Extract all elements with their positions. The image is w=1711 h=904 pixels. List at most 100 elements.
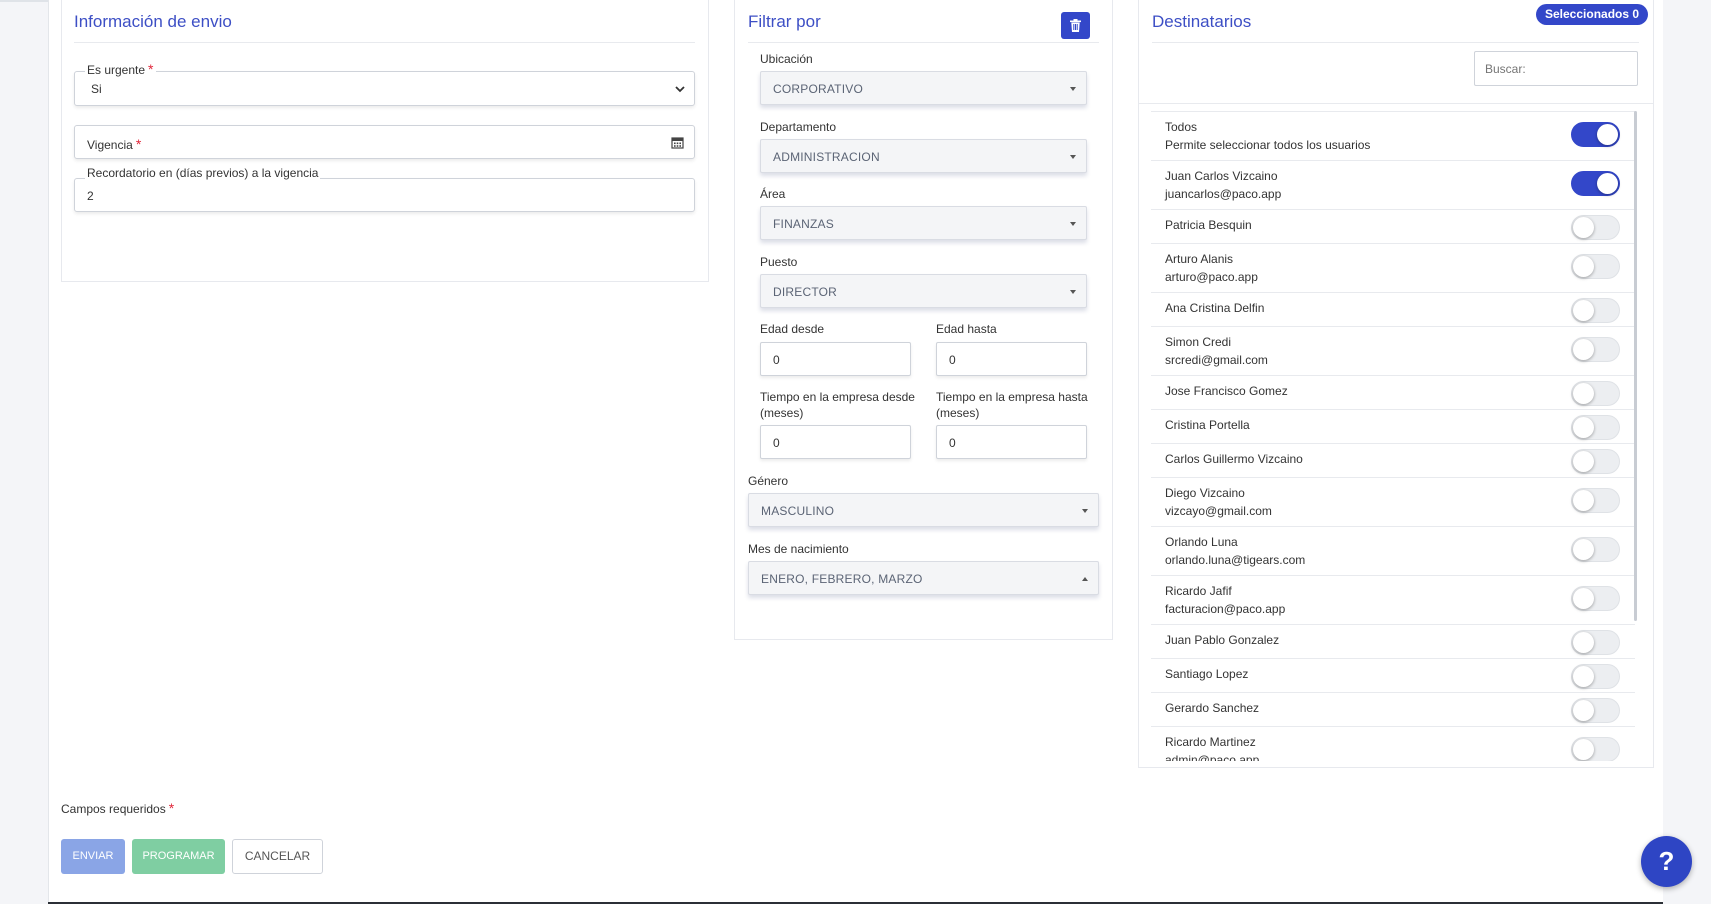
recipient-toggle[interactable] <box>1571 698 1620 723</box>
shipping-info-title: Información de envio <box>74 12 232 31</box>
birth-month-value: ENERO, FEBRERO, MARZO <box>761 572 923 586</box>
recipient-name: Jose Francisco Gomez <box>1165 384 1288 398</box>
toggle-knob <box>1573 490 1594 511</box>
toggle-knob <box>1573 739 1594 760</box>
recipient-detail: admin@paco.app <box>1165 753 1260 761</box>
birth-month-label: Mes de nacimiento <box>748 542 849 556</box>
recipient-toggle[interactable] <box>1571 381 1620 406</box>
recipient-toggle[interactable] <box>1571 337 1620 362</box>
recipient-row: Todos Permite seleccionar todos los usuar… <box>1151 112 1635 161</box>
recipient-row: Arturo Alanis arturo@paco.app <box>1151 244 1635 293</box>
clear-filters-button[interactable] <box>1061 12 1090 39</box>
recipient-row: Cristina Portella <box>1151 410 1635 444</box>
area-value: FINANZAS <box>773 217 834 231</box>
recipient-row: Diego Vizcaino vizcayo@gmail.com <box>1151 478 1635 527</box>
toggle-knob <box>1573 256 1594 277</box>
toggle-knob <box>1573 339 1594 360</box>
recipient-toggle[interactable] <box>1571 664 1620 689</box>
age-from-input[interactable]: 0 <box>760 342 911 376</box>
toggle-knob <box>1573 700 1594 721</box>
tenure-to-input[interactable]: 0 <box>936 425 1087 459</box>
vigencia-label: Vigencia * <box>87 136 142 152</box>
recipient-name: Juan Pablo Gonzalez <box>1165 633 1280 647</box>
recipient-row: Juan Carlos Vizcaino juancarlos@paco.app <box>1151 161 1635 210</box>
gender-label: Género <box>748 474 789 488</box>
help-button[interactable]: ? <box>1641 836 1692 887</box>
recipient-toggle[interactable] <box>1571 215 1620 240</box>
age-to-input[interactable]: 0 <box>936 342 1087 376</box>
recipient-name: Santiago Lopez <box>1165 667 1249 681</box>
reminder-days-input[interactable]: 2 <box>74 178 695 212</box>
toggle-knob <box>1597 124 1618 145</box>
tenure-from-label: Tiempo en la empresa desde (meses) <box>760 390 915 420</box>
gender-value: MASCULINO <box>761 504 835 518</box>
recipient-row: Ricardo Martinez admin@paco.app <box>1151 727 1635 761</box>
recipient-toggle[interactable] <box>1571 586 1620 611</box>
location-value: CORPORATIVO <box>773 82 863 96</box>
recipient-name: Juan Carlos Vizcaino <box>1165 169 1278 183</box>
schedule-button[interactable]: PROGRAMAR <box>132 839 225 874</box>
recipient-detail: arturo@paco.app <box>1165 270 1258 284</box>
caret-down-icon <box>1070 222 1076 226</box>
toggle-knob <box>1597 173 1618 194</box>
reminder-days-value: 2 <box>87 189 94 203</box>
toggle-knob <box>1573 666 1594 687</box>
recipient-row: Simon Credi srcredi@gmail.com <box>1151 327 1635 376</box>
recipient-toggle[interactable] <box>1571 630 1620 655</box>
toggle-knob <box>1573 632 1594 653</box>
recipients-title: Destinatarios <box>1152 12 1252 31</box>
calendar-icon[interactable] <box>671 136 684 149</box>
recipient-toggle[interactable] <box>1571 122 1620 147</box>
toggle-knob <box>1573 588 1594 609</box>
toggle-knob <box>1573 217 1594 238</box>
recipient-row: Patricia Besquin <box>1151 210 1635 244</box>
urgent-select[interactable]: Si <box>74 71 695 106</box>
tenure-from-input[interactable]: 0 <box>760 425 911 459</box>
recipient-toggle[interactable] <box>1571 449 1620 474</box>
urgent-value: Si <box>91 82 102 96</box>
recipient-name: Arturo Alanis <box>1165 252 1234 266</box>
recipient-row: Jose Francisco Gomez <box>1151 376 1635 410</box>
caret-down-icon <box>1070 87 1076 91</box>
position-select[interactable]: DIRECTOR <box>760 274 1087 308</box>
recipient-row: Ana Cristina Delfin <box>1151 293 1635 327</box>
recipient-toggle[interactable] <box>1571 415 1620 440</box>
area-select[interactable]: FINANZAS <box>760 206 1087 240</box>
recipient-name: Ricardo Jafif <box>1165 584 1232 598</box>
urgent-label: Es urgente * <box>85 61 156 77</box>
tenure-from-value: 0 <box>773 436 780 450</box>
recipient-name: Gerardo Sanchez <box>1165 701 1260 715</box>
recipient-row: Ricardo Jafif facturacion@paco.app <box>1151 576 1635 625</box>
location-select[interactable]: CORPORATIVO <box>760 71 1087 105</box>
toggle-knob <box>1573 539 1594 560</box>
recipient-row: Orlando Luna orlando.luna@tigears.com <box>1151 527 1635 576</box>
caret-down-icon <box>1070 290 1076 294</box>
recipient-detail: facturacion@paco.app <box>1165 602 1286 616</box>
recipient-toggle[interactable] <box>1571 171 1620 196</box>
area-label: Área <box>760 187 786 201</box>
vigencia-field[interactable]: Vigencia * <box>74 125 695 159</box>
caret-up-icon <box>1082 577 1088 581</box>
tenure-to-value: 0 <box>949 436 956 450</box>
send-button[interactable]: ENVIAR <box>61 839 125 874</box>
cancel-button[interactable]: CANCELAR <box>232 839 323 874</box>
department-select[interactable]: ADMINISTRACION <box>760 139 1087 173</box>
position-label: Puesto <box>760 255 798 269</box>
caret-down-icon <box>1082 509 1088 513</box>
recipient-toggle[interactable] <box>1571 254 1620 279</box>
recipients-search-input[interactable] <box>1474 51 1638 86</box>
recipient-name: Todos <box>1165 120 1198 134</box>
gender-select[interactable]: MASCULINO <box>748 493 1099 527</box>
toggle-knob <box>1573 383 1594 404</box>
birth-month-select[interactable]: ENERO, FEBRERO, MARZO <box>748 561 1099 595</box>
recipient-row: Gerardo Sanchez <box>1151 693 1635 727</box>
recipients-scrollbar[interactable] <box>1634 111 1637 621</box>
recipient-toggle[interactable] <box>1571 488 1620 513</box>
age-from-value: 0 <box>773 353 780 367</box>
recipient-detail: juancarlos@paco.app <box>1165 187 1282 201</box>
recipient-name: Carlos Guillermo Vizcaino <box>1165 452 1303 466</box>
recipient-toggle[interactable] <box>1571 298 1620 323</box>
recipient-toggle[interactable] <box>1571 537 1620 562</box>
recipient-toggle[interactable] <box>1571 737 1620 761</box>
recipient-name: Patricia Besquin <box>1165 218 1252 232</box>
